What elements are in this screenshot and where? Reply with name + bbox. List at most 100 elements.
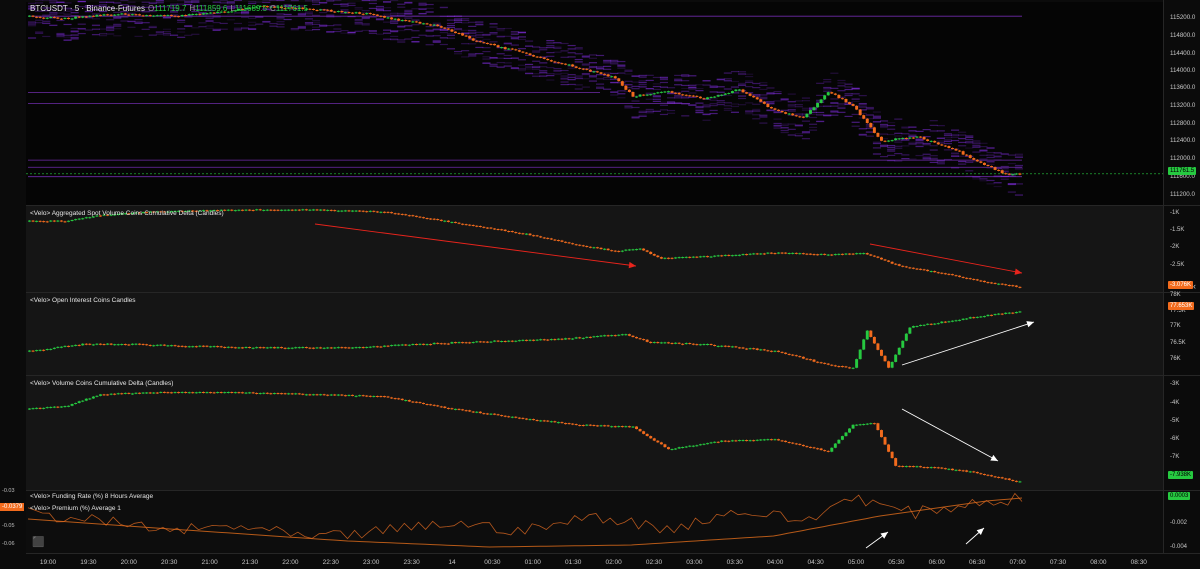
candle-body: [638, 429, 642, 432]
candle-body: [706, 256, 709, 258]
heatmap-cell: [610, 94, 619, 96]
candle-body: [656, 255, 660, 258]
candle-body: [446, 28, 450, 30]
heatmap-cell: [28, 25, 37, 27]
candle-body: [312, 209, 315, 211]
heatmap-cell: [638, 80, 647, 82]
candle-body: [922, 137, 926, 140]
heatmap-cell: [560, 78, 569, 80]
candle-body: [343, 210, 347, 212]
candle-body: [649, 436, 653, 439]
candle-body: [801, 116, 805, 118]
candle-body: [681, 94, 685, 96]
candle-body: [326, 209, 330, 211]
heatmap-cell: [880, 125, 889, 128]
candle-body: [173, 15, 177, 17]
candle-body: [603, 73, 607, 75]
heatmap-cell: [312, 3, 321, 6]
heatmap-cell: [922, 156, 931, 158]
candle-body: [982, 474, 986, 476]
time-axis-label: 20:00: [121, 559, 138, 566]
heatmap-cell: [780, 129, 789, 132]
heatmap-cell: [560, 81, 569, 83]
heatmap-cell: [801, 109, 810, 111]
candle-body: [1011, 174, 1015, 176]
chart-canvas[interactable]: 115200.0114800.0114400.0114000.0113600.0…: [0, 0, 1200, 569]
candle-body: [70, 18, 74, 20]
heatmap-cell: [830, 111, 839, 113]
candle-body: [159, 344, 163, 346]
candle-body: [936, 323, 940, 325]
candle-body: [379, 211, 383, 213]
heatmap-cell: [489, 57, 498, 59]
candle-body: [120, 393, 124, 395]
candle-body: [670, 91, 674, 93]
heatmap-cell: [397, 6, 406, 8]
candle-body: [375, 395, 379, 397]
heatmap-cell: [709, 104, 718, 107]
candle-body: [91, 396, 95, 399]
candle-body: [351, 347, 354, 349]
heatmap-cell: [446, 33, 455, 35]
heatmap-cell: [184, 16, 193, 18]
heatmap-cell: [858, 134, 867, 136]
candle-body: [791, 442, 795, 444]
candle-body: [138, 14, 141, 16]
heatmap-cell: [390, 38, 399, 40]
heatmap-cell: [446, 48, 455, 50]
candle-body: [404, 214, 408, 216]
heatmap-cell: [738, 84, 747, 86]
candle-body: [52, 220, 56, 222]
candle-body: [844, 432, 848, 437]
candle-body: [340, 394, 344, 396]
heatmap-cell: [943, 136, 952, 139]
tradingview-logo-icon[interactable]: ⬛: [32, 537, 46, 548]
candle-body: [812, 254, 816, 256]
candle-body: [322, 347, 326, 349]
candle-body: [205, 13, 209, 15]
candle-body: [677, 92, 681, 95]
candle-body: [478, 341, 482, 343]
candle-body: [1011, 285, 1015, 287]
scroll-right-chevron-icon[interactable]: ‹: [1193, 281, 1196, 291]
candle-body: [347, 12, 351, 14]
heatmap-cell: [312, 19, 321, 22]
candle-body: [929, 467, 933, 469]
candle-body: [35, 407, 39, 409]
candle-body: [244, 347, 248, 349]
heatmap-cell: [354, 21, 363, 23]
candle-body: [84, 16, 88, 18]
heatmap-cell: [922, 158, 931, 160]
candle-body: [830, 254, 834, 256]
heatmap-cell: [205, 25, 214, 27]
candle-body: [482, 413, 486, 415]
heatmap-cell: [943, 142, 952, 145]
heatmap-cell: [269, 0, 278, 1]
time-axis-label: 01:30: [565, 559, 582, 566]
candle-body: [379, 396, 383, 398]
candle-body: [343, 395, 347, 397]
candle-body: [769, 107, 773, 109]
heatmap-cell: [517, 59, 526, 61]
candle-body: [294, 209, 298, 211]
candle-body: [485, 413, 489, 415]
heatmap-cell: [404, 25, 413, 27]
heatmap-cell: [943, 140, 952, 143]
candle-body: [635, 96, 638, 98]
heatmap-cell: [283, 13, 292, 16]
heatmap-cell: [844, 86, 853, 88]
heatmap-cell: [177, 21, 186, 23]
candle-body: [578, 337, 582, 339]
candle-body: [982, 316, 986, 318]
left-axis-label: -0.06: [2, 541, 15, 547]
candle-body: [549, 60, 553, 62]
candle-body: [1018, 286, 1022, 288]
heatmap-cell: [929, 161, 938, 164]
heatmap-cell: [631, 88, 640, 90]
candle-body: [801, 356, 805, 359]
heatmap-cell: [929, 124, 938, 126]
candle-body: [883, 140, 887, 142]
heatmap-cell: [248, 21, 257, 23]
candle-body: [556, 338, 560, 340]
candle-body: [823, 362, 827, 364]
